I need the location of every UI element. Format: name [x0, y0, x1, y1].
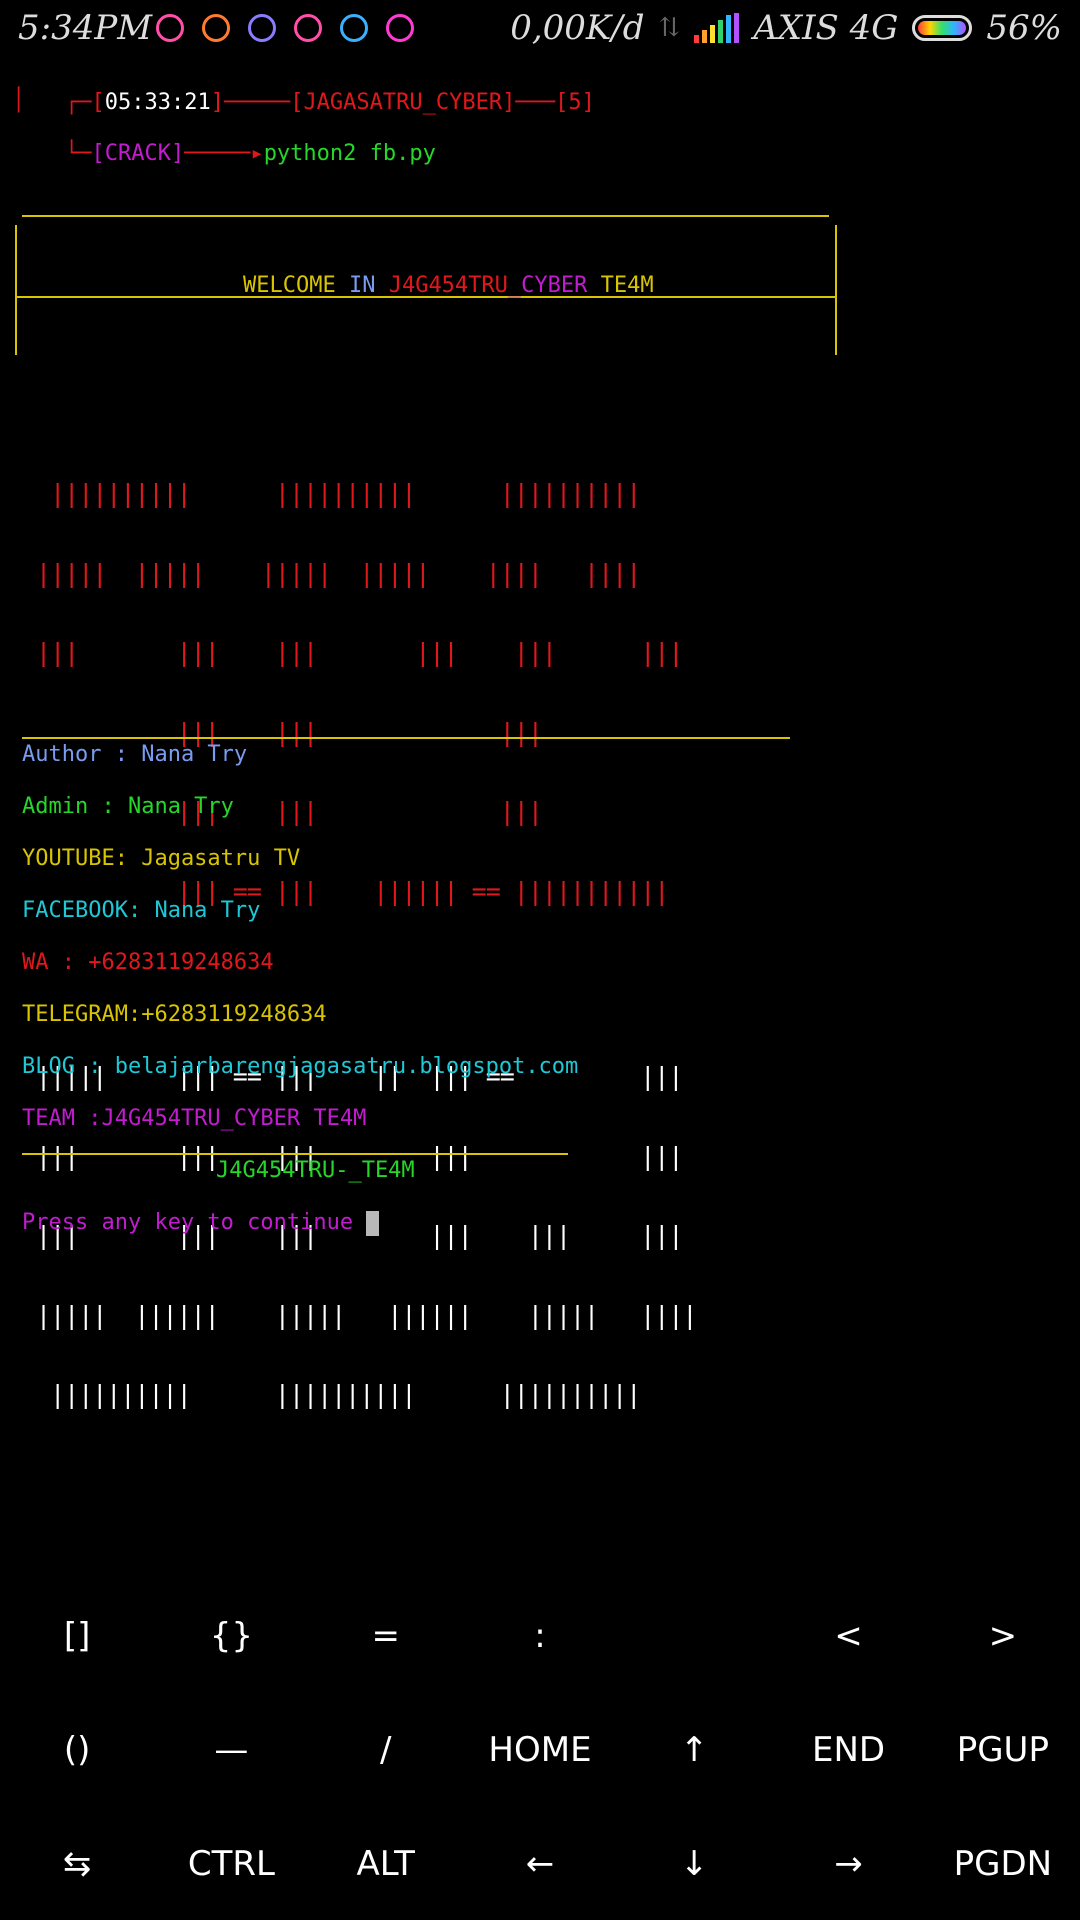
ascii-logo-red: |||||||||| |||||||||| |||||||||| ||||| |… [22, 428, 696, 958]
status-time: 5:34PM [18, 8, 153, 48]
key-dash[interactable]: — [154, 1694, 308, 1806]
press-key-line: Press any key to continue [22, 1210, 380, 1236]
status-right: 0,00K/d ⇅ AXIS 4G 56% [510, 8, 1062, 48]
prompt-dash: ───── [223, 90, 291, 115]
key-pgup[interactable]: PGUP [926, 1694, 1080, 1806]
logo-line: |||||||||| |||||||||| |||||||||| [22, 1380, 641, 1409]
key-end[interactable]: END [771, 1694, 925, 1806]
prompt-dir: [CRACK] [91, 141, 185, 166]
extra-keys-row-3: ⇆ CTRL ALT ← ↓ → PGDN [0, 1808, 1080, 1920]
key-alt[interactable]: ALT [309, 1808, 463, 1920]
terminal-icon [386, 14, 414, 42]
blog-line: BLOG : belajarbarengjagasatru.blogspot.c… [22, 1054, 579, 1079]
prompt-connector: │ [12, 88, 26, 113]
battery-icon [912, 15, 973, 41]
in-word: IN [348, 273, 376, 298]
team-word: TE4M [600, 273, 654, 298]
prompt-count: [5] [555, 90, 595, 115]
net-speed: 0,00K/d [510, 8, 645, 48]
info-divider-bottom [22, 1153, 568, 1155]
prompt-dash: ─── [515, 90, 556, 115]
welcome-box-right [835, 225, 837, 355]
key-braces[interactable]: {} [154, 1580, 308, 1692]
key-ctrl[interactable]: CTRL [154, 1808, 308, 1920]
key-down[interactable]: ↓ [617, 1808, 771, 1920]
footer-line: J4G454TRU-_TE4M [216, 1158, 415, 1183]
key-colon[interactable]: : [463, 1580, 617, 1692]
welcome-box-left [15, 225, 17, 355]
key-brackets[interactable]: [] [0, 1580, 154, 1692]
photo-icon [248, 14, 276, 42]
battery-percent: 56% [986, 8, 1062, 48]
prompt-time: 05:33:21 [104, 90, 211, 115]
logo-line: ||||| ||||| ||||| ||||| |||| |||| [22, 558, 641, 588]
telegram-line: TELEGRAM:+6283119248634 [22, 1002, 327, 1027]
welcome-text: WELCOME IN J4G454TRU_CYBER TE4M [190, 248, 654, 323]
key-up[interactable]: ↑ [617, 1694, 771, 1806]
time-bracket-open: [ [91, 90, 105, 115]
info-divider-top [22, 737, 790, 739]
prompt-user: JAGASATRU_CYBER [303, 90, 503, 115]
command-line: └─[CRACK]─────▸python2 fb.py [64, 141, 436, 166]
time-bracket-close: ] [210, 90, 224, 115]
extra-keys-row-1: [] {} = : < > [0, 1580, 1080, 1692]
welcome-word: WELCOME [242, 273, 336, 298]
ascii-logo: |||||||||| |||||||||| |||||||||| ||||| |… [22, 375, 697, 1488]
key-less-than[interactable]: < [771, 1580, 925, 1692]
prompt-arrow: ─────▸ [184, 141, 264, 166]
settings-icon [340, 14, 368, 42]
youtube-line: YOUTUBE: Jagasatru TV [22, 846, 301, 871]
user-bracket-close: ] [502, 90, 516, 115]
extra-keys-row-2: () — / HOME ↑ END PGUP [0, 1694, 1080, 1806]
key-equals[interactable]: = [309, 1580, 463, 1692]
camera-icon [294, 14, 322, 42]
key-home[interactable]: HOME [463, 1694, 617, 1806]
key-left[interactable]: ← [463, 1808, 617, 1920]
user-bracket-open: [ [290, 90, 304, 115]
extra-keys-bar: [] {} = : < > () — / HOME ↑ END PGUP ⇆ C… [0, 1580, 1080, 1920]
press-key-text: Press any key to continue [22, 1210, 367, 1235]
team-name-a: J4G454TRU [388, 273, 508, 298]
welcome-box-top [22, 215, 829, 217]
wa-line: WA : +6283119248634 [22, 950, 274, 975]
key-right[interactable]: → [771, 1808, 925, 1920]
command-text: python2 fb.py [263, 141, 436, 166]
team-line: TEAM :J4G454TRU_CYBER TE4M [22, 1106, 367, 1131]
logo-line: ||| ||| ||| ||| ||| ||| [22, 638, 683, 667]
game-icon [202, 14, 230, 42]
logo-line: ||||| |||||| ||||| |||||| ||||| |||| [22, 1300, 697, 1330]
terminal-cursor [366, 1210, 380, 1236]
team-name-b: _CYBER [507, 273, 588, 298]
status-bar: 5:34PM 0,00K/d ⇅ AXIS 4G 56% [0, 0, 1080, 62]
carrier-name: AXIS 4G [753, 8, 899, 48]
data-arrows-icon: ⇅ [658, 13, 681, 43]
author-line: Author : Nana Try [22, 742, 248, 767]
key-parens[interactable]: () [0, 1694, 154, 1806]
admin-line: Admin : Nana Try [22, 794, 234, 819]
notification-icons [156, 14, 414, 42]
logo-line: |||||||||| |||||||||| |||||||||| [22, 479, 641, 508]
signal-icon [694, 13, 740, 43]
key-greater-than[interactable]: > [926, 1580, 1080, 1692]
flower-icon [156, 14, 184, 42]
key-pgdn[interactable]: PGDN [926, 1808, 1080, 1920]
facebook-line: FACEBOOK: Nana Try [22, 898, 261, 923]
key-slash[interactable]: / [309, 1694, 463, 1806]
key-tab[interactable]: ⇆ [0, 1808, 154, 1920]
key-empty[interactable] [617, 1580, 771, 1692]
